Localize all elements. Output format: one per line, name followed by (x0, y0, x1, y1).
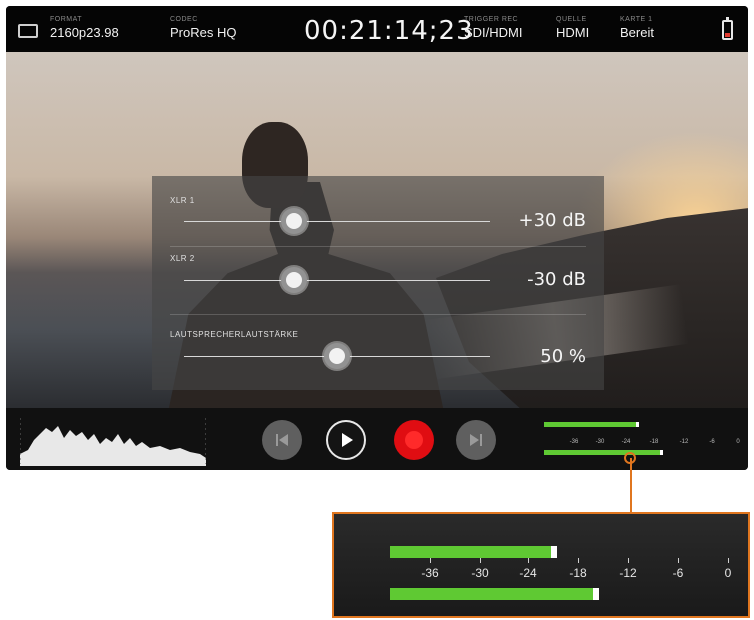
meter-tick: -18 (649, 439, 659, 445)
card-label: KARTE 1 (620, 16, 653, 23)
timecode-display[interactable]: 00:21:14;23 (304, 16, 474, 46)
format-status[interactable]: FORMAT 2160p23.98 (50, 16, 119, 42)
meter-tick: -36 (569, 439, 579, 445)
video-preview: XLR 1 +30 dB XLR 2 -30 dB LAUTSPRECHERLA… (6, 52, 748, 408)
skip-forward-icon (470, 434, 482, 446)
battery-icon (722, 17, 733, 40)
play-button[interactable] (326, 420, 366, 460)
blackmagic-monitor-screen: FORMAT 2160p23.98 CODEC ProRes HQ 00:21:… (6, 6, 748, 470)
meter-tick: -6 (709, 439, 715, 445)
skip-forward-button[interactable] (456, 420, 496, 460)
meter-tick-label: 0 (724, 566, 732, 580)
tick-mark (578, 558, 579, 563)
battery-level-fill (725, 33, 730, 37)
audio-meter-channel-2-bar (390, 588, 593, 600)
callout-connector (630, 458, 632, 512)
skip-back-icon (276, 434, 288, 446)
xlr1-label: XLR 1 (170, 196, 195, 205)
xlr2-slider-knob[interactable] (281, 267, 308, 293)
status-bar: FORMAT 2160p23.98 CODEC ProRes HQ 00:21:… (6, 6, 748, 52)
tick-mark (678, 558, 679, 563)
divider (170, 314, 586, 315)
speaker-volume-label: LAUTSPRECHERLAUTSTÄRKE (170, 330, 299, 339)
play-icon (342, 433, 353, 447)
xlr1-slider-knob[interactable] (281, 208, 308, 234)
xlr2-slider-track[interactable] (184, 280, 490, 281)
divider (170, 246, 586, 247)
audio-settings-panel: XLR 1 +30 dB XLR 2 -30 dB LAUTSPRECHERLA… (152, 176, 604, 390)
meter-tick: -30 (595, 439, 605, 445)
source-label: QUELLE (556, 16, 587, 23)
record-button[interactable] (394, 420, 434, 460)
histogram-icon[interactable] (20, 414, 206, 466)
xlr2-gain-value: -30 dB (527, 269, 586, 290)
meter-tick-label: -24 (519, 566, 537, 580)
meter-tick-label: -6 (672, 566, 684, 580)
tick-mark (728, 558, 729, 563)
meter-tick-label: -12 (619, 566, 637, 580)
tick-mark (628, 558, 629, 563)
audio-meter-channel-1-peak (636, 422, 639, 427)
xlr2-label: XLR 2 (170, 254, 195, 263)
meter-tick: 0 (736, 439, 740, 445)
tick-mark (528, 558, 529, 563)
source-status[interactable]: QUELLE HDMI (556, 16, 589, 42)
tick-mark (480, 558, 481, 563)
format-value: 2160p23.98 (50, 25, 119, 40)
trigger-label: TRIGGER REC (464, 16, 519, 23)
audio-meter-channel-2-bar (544, 450, 660, 455)
xlr1-gain-value: +30 dB (518, 210, 586, 231)
meter-tick-label: -18 (569, 566, 587, 580)
speaker-volume-slider-knob[interactable] (324, 343, 350, 369)
tick-mark (430, 558, 431, 563)
trigger-value: SDI/HDMI (464, 25, 523, 40)
meter-tick-label: -36 (421, 566, 439, 580)
audio-meter-channel-2-peak (593, 588, 599, 600)
codec-label: CODEC (170, 16, 198, 23)
speaker-volume-value: 50 % (540, 346, 586, 367)
record-icon (405, 431, 423, 449)
audio-meter[interactable]: -36 -30 -24 -18 -12 -6 0 (544, 422, 744, 462)
audio-meter-zoom-callout: -36 -30 -24 -18 -12 -6 0 (332, 512, 750, 618)
xlr1-slider-track[interactable] (184, 221, 490, 222)
codec-status[interactable]: CODEC ProRes HQ (170, 16, 236, 42)
audio-meter-channel-1-peak (551, 546, 557, 558)
monitor-icon[interactable] (18, 24, 38, 38)
card-status[interactable]: KARTE 1 Bereit (620, 16, 654, 42)
skip-back-button[interactable] (262, 420, 302, 460)
transport-control-bar: -36 -30 -24 -18 -12 -6 0 (6, 408, 748, 470)
meter-tick: -12 (679, 439, 689, 445)
source-value: HDMI (556, 25, 590, 40)
card-value: Bereit (620, 25, 654, 40)
audio-meter-channel-1-bar (544, 422, 636, 427)
meter-tick-label: -30 (471, 566, 489, 580)
trigger-rec-status[interactable]: TRIGGER REC SDI/HDMI (464, 16, 523, 42)
audio-meter-channel-2-peak (660, 450, 663, 455)
audio-meter-channel-1-bar (390, 546, 551, 558)
codec-value: ProRes HQ (170, 25, 237, 40)
format-label: FORMAT (50, 16, 83, 23)
meter-tick: -24 (621, 439, 631, 445)
